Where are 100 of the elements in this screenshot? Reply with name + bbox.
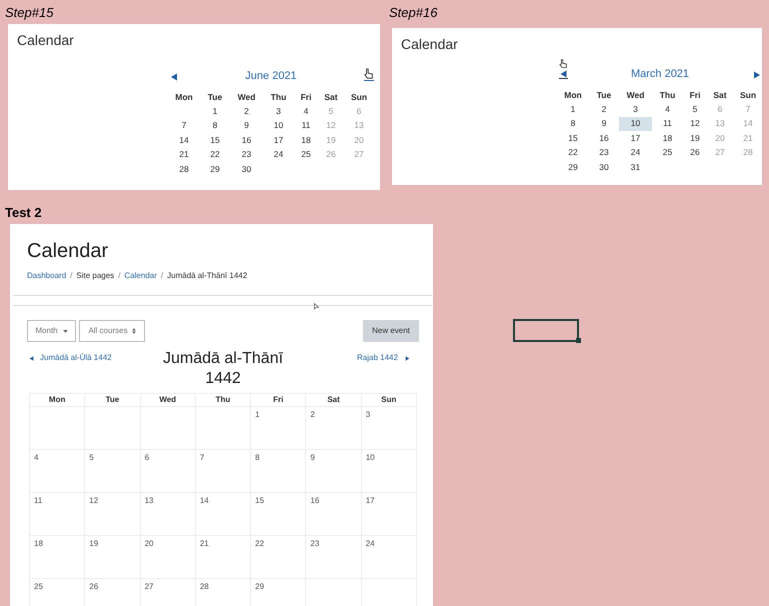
day-cell[interactable]: 10 bbox=[619, 116, 652, 131]
day-cell[interactable]: 3 bbox=[619, 102, 652, 116]
next-month-link[interactable]: Rajab 1442 bbox=[357, 352, 410, 364]
day-cell[interactable]: 18 bbox=[652, 131, 683, 146]
day-cell[interactable]: 7 bbox=[196, 450, 252, 493]
course-select[interactable]: All courses bbox=[79, 320, 145, 342]
breadcrumb-link[interactable]: Calendar bbox=[124, 270, 157, 282]
day-cell[interactable]: 9 bbox=[589, 116, 619, 131]
day-cell[interactable]: 25 bbox=[294, 148, 318, 162]
day-cell[interactable]: 15 bbox=[557, 131, 589, 146]
day-cell[interactable]: 8 bbox=[557, 116, 589, 131]
day-cell[interactable]: 25 bbox=[652, 146, 683, 160]
day-cell[interactable]: 17 bbox=[362, 493, 417, 536]
left-arrow-icon[interactable] bbox=[29, 356, 34, 360]
day-cell[interactable]: 30 bbox=[230, 162, 263, 176]
breadcrumb-link[interactable]: Dashboard bbox=[27, 270, 66, 282]
day-cell[interactable]: 13 bbox=[140, 493, 196, 536]
sort-icon bbox=[132, 328, 136, 334]
day-cell[interactable]: 4 bbox=[30, 450, 86, 493]
day-cell[interactable]: 7 bbox=[168, 118, 200, 133]
day-cell[interactable]: 2 bbox=[306, 407, 362, 450]
weekday-header: Sat bbox=[323, 90, 339, 104]
day-cell[interactable]: 20 bbox=[140, 536, 196, 579]
day-cell[interactable]: 4 bbox=[294, 104, 318, 118]
month-link[interactable]: March 2021 bbox=[630, 66, 690, 82]
day-cell[interactable]: 9 bbox=[230, 118, 263, 133]
selected-cell[interactable] bbox=[513, 319, 579, 342]
day-cell[interactable]: 1 bbox=[200, 104, 230, 118]
day-cell[interactable]: 23 bbox=[306, 536, 362, 579]
left-arrow-icon[interactable] bbox=[170, 73, 178, 81]
day-cell[interactable]: 15 bbox=[251, 493, 306, 536]
right-arrow-icon[interactable] bbox=[404, 356, 410, 360]
day-cell[interactable]: 10 bbox=[362, 450, 417, 493]
day-cell[interactable]: 17 bbox=[263, 133, 294, 148]
weekday-header: Tue bbox=[596, 88, 612, 102]
day-cell[interactable]: 24 bbox=[362, 536, 417, 579]
day-cell[interactable]: 31 bbox=[619, 160, 652, 174]
day-cell[interactable]: 11 bbox=[652, 116, 683, 131]
day-cell[interactable]: 11 bbox=[30, 493, 86, 536]
day-cell[interactable]: 30 bbox=[589, 160, 619, 174]
weekday-header: Tue bbox=[206, 90, 224, 104]
day-cell[interactable]: 12 bbox=[85, 493, 141, 536]
month-link[interactable]: June 2021 bbox=[245, 68, 297, 84]
day-cell[interactable]: 2 bbox=[589, 102, 619, 116]
day-cell[interactable]: 24 bbox=[263, 148, 294, 162]
day-cell[interactable]: 2 bbox=[230, 104, 263, 118]
day-cell[interactable]: 11 bbox=[294, 118, 318, 133]
day-cell[interactable]: 19 bbox=[683, 131, 707, 146]
fill-handle[interactable] bbox=[576, 338, 581, 343]
day-cell[interactable]: 16 bbox=[589, 131, 619, 146]
day-cell[interactable]: 14 bbox=[168, 133, 200, 148]
day-cell[interactable]: 9 bbox=[306, 450, 362, 493]
left-arrow-icon[interactable] bbox=[559, 70, 568, 79]
day-cell[interactable]: 21 bbox=[196, 536, 252, 579]
weekday-header: Wed bbox=[236, 90, 256, 104]
day-cell[interactable]: 21 bbox=[168, 148, 200, 162]
day-cell[interactable]: 18 bbox=[294, 133, 318, 148]
day-cell[interactable]: 28 bbox=[168, 162, 200, 176]
day-cell[interactable]: 5 bbox=[683, 102, 707, 116]
day-cell[interactable]: 18 bbox=[30, 536, 86, 579]
day-cell[interactable]: 23 bbox=[230, 148, 263, 162]
day-cell[interactable]: 19 bbox=[85, 536, 141, 579]
day-cell[interactable]: 26 bbox=[683, 146, 707, 160]
day-cell[interactable]: 14 bbox=[196, 493, 252, 536]
weekday-header: Sun bbox=[738, 88, 758, 102]
day-cell[interactable]: 27 bbox=[140, 579, 196, 606]
day-cell[interactable]: 29 bbox=[557, 160, 589, 174]
right-arrow-icon[interactable] bbox=[753, 71, 761, 79]
day-cell[interactable]: 23 bbox=[589, 146, 619, 160]
day-cell[interactable]: 28 bbox=[196, 579, 252, 606]
day-cell[interactable]: 29 bbox=[200, 162, 230, 176]
day-cell[interactable]: 12 bbox=[683, 116, 707, 131]
day-cell[interactable]: 24 bbox=[619, 146, 652, 160]
day-cell[interactable]: 8 bbox=[200, 118, 230, 133]
day-cell[interactable]: 3 bbox=[362, 407, 417, 450]
day-cell[interactable]: 5 bbox=[85, 450, 141, 493]
day-cell[interactable]: 25 bbox=[30, 579, 86, 606]
day-cell[interactable]: 3 bbox=[263, 104, 294, 118]
day-cell[interactable]: 4 bbox=[652, 102, 683, 116]
breadcrumb-text: Jumādā al-Thānī 1442 bbox=[167, 270, 248, 282]
day-cell[interactable]: 22 bbox=[557, 146, 589, 160]
day-cell[interactable]: 26 bbox=[85, 579, 141, 606]
new-event-button[interactable]: New event bbox=[363, 320, 419, 342]
step-label: Step#16 bbox=[389, 4, 438, 22]
view-select[interactable]: Month bbox=[27, 320, 76, 342]
day-cell[interactable]: 17 bbox=[619, 131, 652, 146]
day-cell[interactable]: 16 bbox=[306, 493, 362, 536]
weekday-header: Fri bbox=[251, 394, 306, 407]
day-cell[interactable]: 15 bbox=[200, 133, 230, 148]
day-cell[interactable]: 16 bbox=[230, 133, 263, 148]
previous-month-link[interactable]: Jumādā al-Ūlā 1442 bbox=[29, 352, 112, 364]
day-cell[interactable]: 6 bbox=[140, 450, 196, 493]
day-cell[interactable]: 1 bbox=[557, 102, 589, 116]
day-cell[interactable]: 22 bbox=[200, 148, 230, 162]
day-cell[interactable]: 10 bbox=[263, 118, 294, 133]
day-cell[interactable]: 1 bbox=[251, 407, 306, 450]
day-cell[interactable]: 29 bbox=[251, 579, 306, 606]
day-cell[interactable]: 8 bbox=[251, 450, 306, 493]
weekday-header: Fri bbox=[300, 90, 312, 104]
day-cell[interactable]: 22 bbox=[251, 536, 306, 579]
